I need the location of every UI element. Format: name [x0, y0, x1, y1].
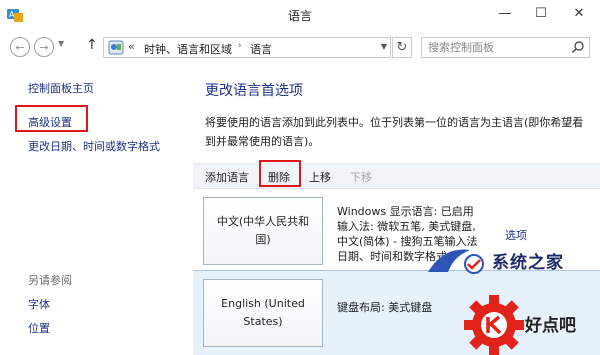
- page-title: 更改语言首选项: [205, 83, 303, 99]
- breadcrumb-clock-language-region[interactable]: 时钟、语言和区域: [144, 41, 232, 57]
- remove-button-highlight: [259, 160, 301, 187]
- secondary-watermark-text: 好点吧: [525, 316, 576, 336]
- address-overflow-chevron[interactable]: «: [128, 40, 135, 53]
- add-language-button[interactable]: 添加语言: [205, 169, 249, 185]
- title-bar: A 语言 — ☐ ✕: [0, 0, 600, 30]
- navigation-bar: ← → ▼ ↑ « 时钟、语言和区域 › 语言 ▼ ↻: [0, 30, 600, 64]
- back-button[interactable]: ←: [10, 37, 30, 57]
- move-up-button[interactable]: 上移: [309, 169, 331, 185]
- refresh-button[interactable]: ↻: [392, 37, 412, 58]
- secondary-watermark: 好点吧: [464, 287, 600, 355]
- search-input[interactable]: [422, 38, 567, 57]
- search-icon[interactable]: [571, 40, 585, 54]
- fonts-link[interactable]: 字体: [28, 296, 50, 312]
- control-panel-home-link[interactable]: 控制面板主页: [28, 80, 94, 96]
- site-watermark: 系统之家: [424, 242, 600, 282]
- change-date-time-format-link[interactable]: 更改日期、时间或数字格式: [28, 138, 160, 154]
- close-button[interactable]: ✕: [568, 4, 590, 22]
- language-tile-chinese[interactable]: 中文(中华人民共和国): [203, 197, 323, 265]
- address-dropdown[interactable]: ▼: [381, 42, 387, 51]
- advanced-settings-link[interactable]: 高级设置: [28, 114, 72, 130]
- search-box[interactable]: [421, 37, 590, 58]
- site-logo-icon: [424, 242, 494, 282]
- up-button[interactable]: ↑: [86, 37, 98, 53]
- move-down-button[interactable]: 下移: [350, 169, 372, 185]
- site-watermark-text: 系统之家: [492, 253, 564, 273]
- language-detail-line: Windows 显示语言: 已启用: [337, 205, 474, 218]
- language-tile-english[interactable]: English (United States): [203, 279, 323, 347]
- language-detail-line: 输入法: 微软五笔, 美式键盘,: [337, 220, 476, 233]
- see-also-heading: 另请参阅: [28, 274, 72, 287]
- gear-logo-icon: [464, 295, 524, 355]
- location-link[interactable]: 位置: [28, 320, 50, 336]
- language-options-link[interactable]: 选项: [505, 227, 527, 243]
- address-bar[interactable]: « 时钟、语言和区域 › 语言 ▼: [103, 37, 391, 58]
- maximize-button[interactable]: ☐: [530, 4, 552, 22]
- forward-button[interactable]: →: [34, 37, 54, 57]
- page-description: 将要使用的语言添加到此列表中。位于列表第一位的语言为主语言(即你希望看到并最常使…: [205, 116, 584, 148]
- recent-locations-dropdown[interactable]: ▼: [58, 39, 64, 48]
- left-navigation-pane: 控制面板主页 高级设置 更改日期、时间或数字格式 另请参阅 字体 位置: [0, 64, 185, 355]
- breadcrumb-separator[interactable]: ›: [238, 41, 242, 51]
- language-toolbar: 添加语言 删除 上移 下移: [193, 163, 600, 189]
- breadcrumb-language[interactable]: 语言: [250, 41, 272, 57]
- minimize-button[interactable]: —: [494, 4, 516, 22]
- control-panel-icon: [108, 40, 124, 55]
